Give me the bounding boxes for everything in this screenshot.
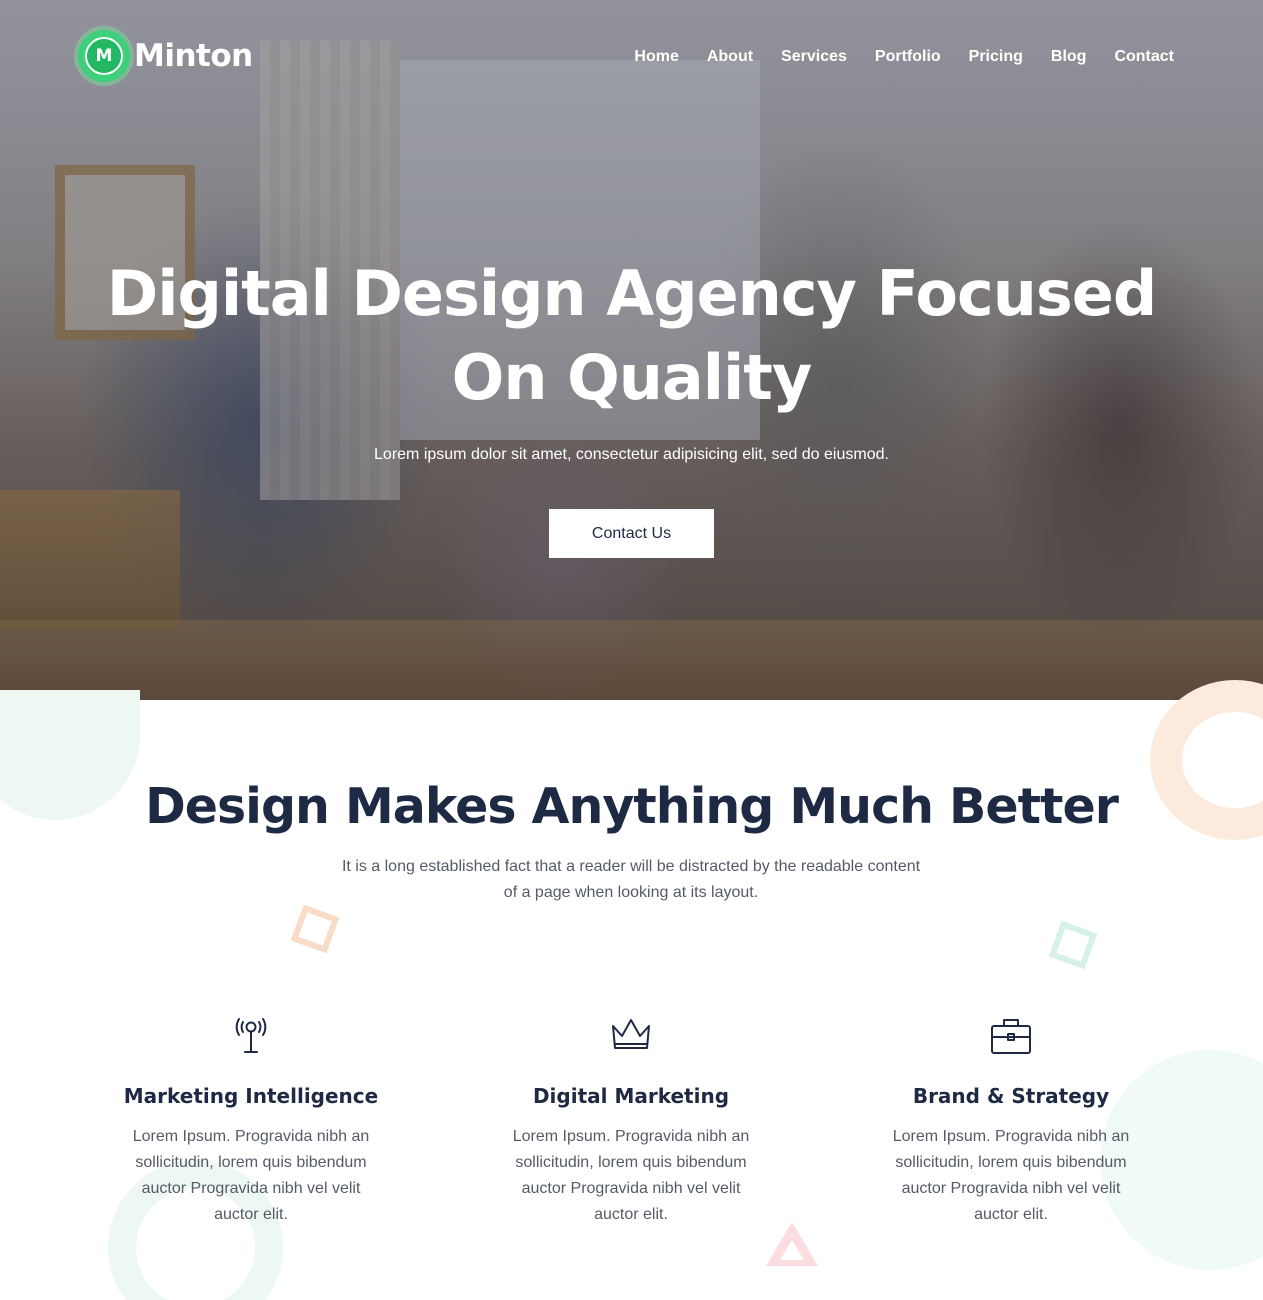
feature-card-brand-strategy: Brand & Strategy Lorem Ipsum. Progravida… [851, 1012, 1171, 1228]
feature-title: Brand & Strategy [912, 1084, 1110, 1108]
feature-text: Lorem Ipsum. Progravida nibh an sollicit… [132, 1128, 370, 1223]
section-subtitle-line1: It is a long established fact that a rea… [341, 858, 921, 875]
contact-us-button[interactable]: Contact Us [549, 509, 714, 558]
nav-item-services[interactable]: Services [767, 48, 861, 66]
feature-card-marketing-intelligence: Marketing Intelligence Lorem Ipsum. Prog… [91, 1012, 411, 1228]
hero-title: Digital Design Agency Focused On Quality [40, 252, 1223, 420]
feature-text: Lorem Ipsum. Progravida nibh an sollicit… [512, 1128, 750, 1223]
nav-item-pricing[interactable]: Pricing [955, 48, 1037, 66]
briefcase-icon [991, 1019, 1031, 1054]
nav-item-home[interactable]: Home [620, 48, 692, 66]
feature-title: Digital Marketing [532, 1084, 730, 1108]
nav-item-about[interactable]: About [693, 48, 767, 66]
decorative-triangle [766, 1222, 818, 1266]
antenna-icon [235, 1018, 267, 1053]
decorative-square [290, 904, 340, 954]
decorative-triangle-cutout [780, 1240, 804, 1260]
brand-logo[interactable]: M Minton [78, 30, 253, 82]
logo-badge-icon: M [78, 30, 130, 82]
feature-title: Marketing Intelligence [123, 1084, 379, 1108]
hero-section: M Minton Home About Services Portfolio P… [0, 0, 1263, 700]
feature-card-digital-marketing: Digital Marketing Lorem Ipsum. Progravid… [471, 1012, 791, 1228]
hero-subtitle: Lorem ipsum dolor sit amet, consectetur … [374, 446, 889, 463]
logo-letter: M [85, 37, 123, 75]
nav-item-portfolio[interactable]: Portfolio [861, 48, 955, 66]
nav-item-blog[interactable]: Blog [1037, 48, 1101, 66]
main-nav: Home About Services Portfolio Pricing Bl… [620, 48, 1174, 66]
hero-title-line2: On Quality [451, 341, 813, 414]
section-subtitle-line2: of a page when looking at its layout. [503, 884, 759, 901]
nav-item-contact[interactable]: Contact [1100, 48, 1174, 66]
feature-text: Lorem Ipsum. Progravida nibh an sollicit… [892, 1128, 1130, 1223]
decorative-square [1048, 920, 1098, 970]
hero-title-line1: Digital Design Agency Focused [106, 257, 1157, 330]
brand-name: Minton [134, 38, 253, 74]
section-subtitle: It is a long established fact that a rea… [306, 854, 956, 906]
crown-icon [612, 1019, 650, 1049]
section-title: Design Makes Anything Much Better [145, 778, 1119, 835]
